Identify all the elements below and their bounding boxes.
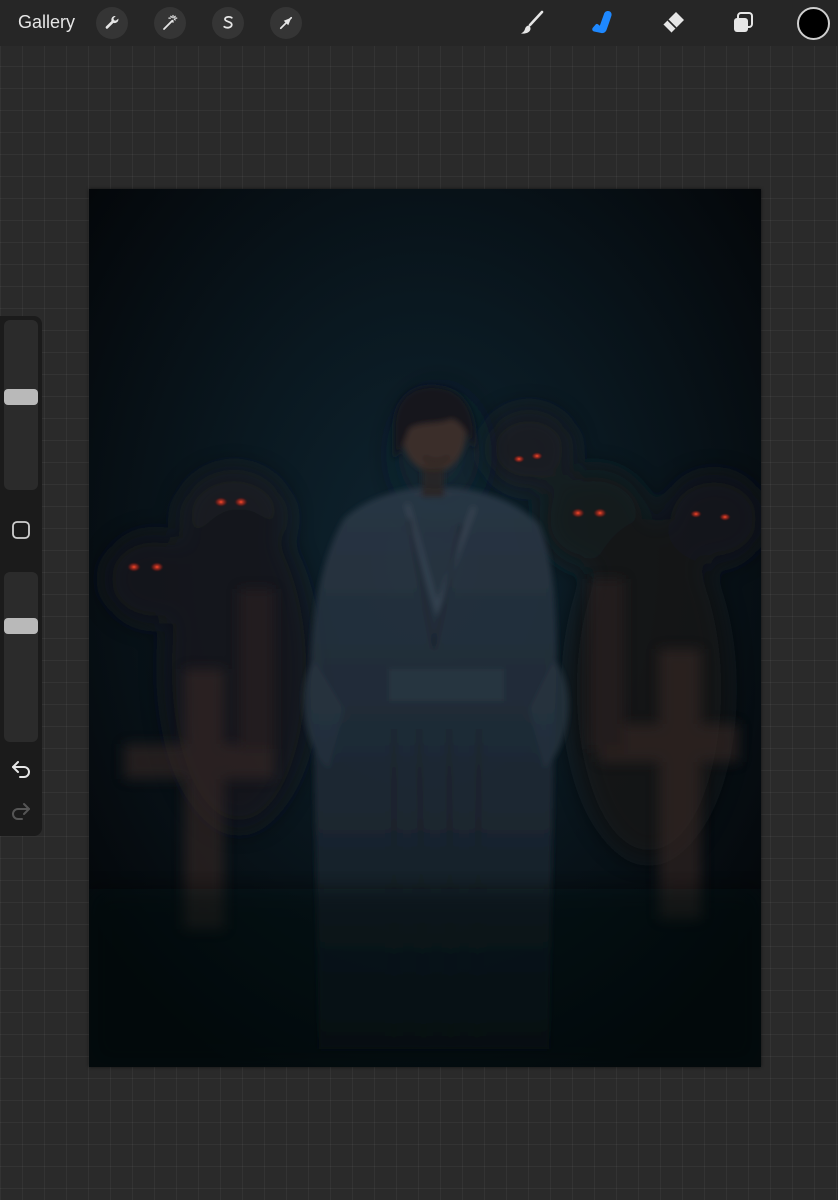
brush-size-slider-thumb[interactable] xyxy=(4,389,38,405)
eraser-icon xyxy=(662,12,684,34)
wrench-icon xyxy=(105,15,119,29)
left-sidebar xyxy=(0,316,42,836)
artwork-image xyxy=(89,189,761,1067)
opacity-slider-thumb[interactable] xyxy=(4,618,38,634)
smudge-tool-button[interactable] xyxy=(585,6,619,40)
color-picker-button[interactable] xyxy=(797,7,830,40)
modify-button[interactable] xyxy=(11,520,31,540)
actions-button[interactable] xyxy=(96,7,128,39)
artwork-canvas[interactable] xyxy=(89,189,761,1067)
magic-wand-icon xyxy=(163,14,178,30)
redo-button[interactable] xyxy=(9,798,33,822)
undo-button[interactable] xyxy=(9,756,33,780)
adjustments-button[interactable] xyxy=(154,7,186,39)
square-icon xyxy=(12,521,30,539)
opacity-slider[interactable] xyxy=(4,572,38,742)
procreate-workspace: Gallery xyxy=(0,0,838,1200)
brush-tool-button[interactable] xyxy=(515,6,549,40)
selection-s-icon xyxy=(223,15,233,29)
arrow-cursor-icon xyxy=(279,16,293,30)
gallery-button[interactable]: Gallery xyxy=(18,12,75,33)
smudge-finger-icon xyxy=(592,11,612,34)
layers-icon xyxy=(734,12,753,32)
redo-icon xyxy=(12,803,30,820)
paintbrush-icon xyxy=(521,10,544,34)
eraser-tool-button[interactable] xyxy=(656,6,690,40)
brush-size-slider[interactable] xyxy=(4,320,38,490)
undo-icon xyxy=(12,761,30,778)
selection-button[interactable] xyxy=(212,7,244,39)
layers-button[interactable] xyxy=(726,6,760,40)
top-toolbar: Gallery xyxy=(0,0,838,46)
transform-button[interactable] xyxy=(270,7,302,39)
